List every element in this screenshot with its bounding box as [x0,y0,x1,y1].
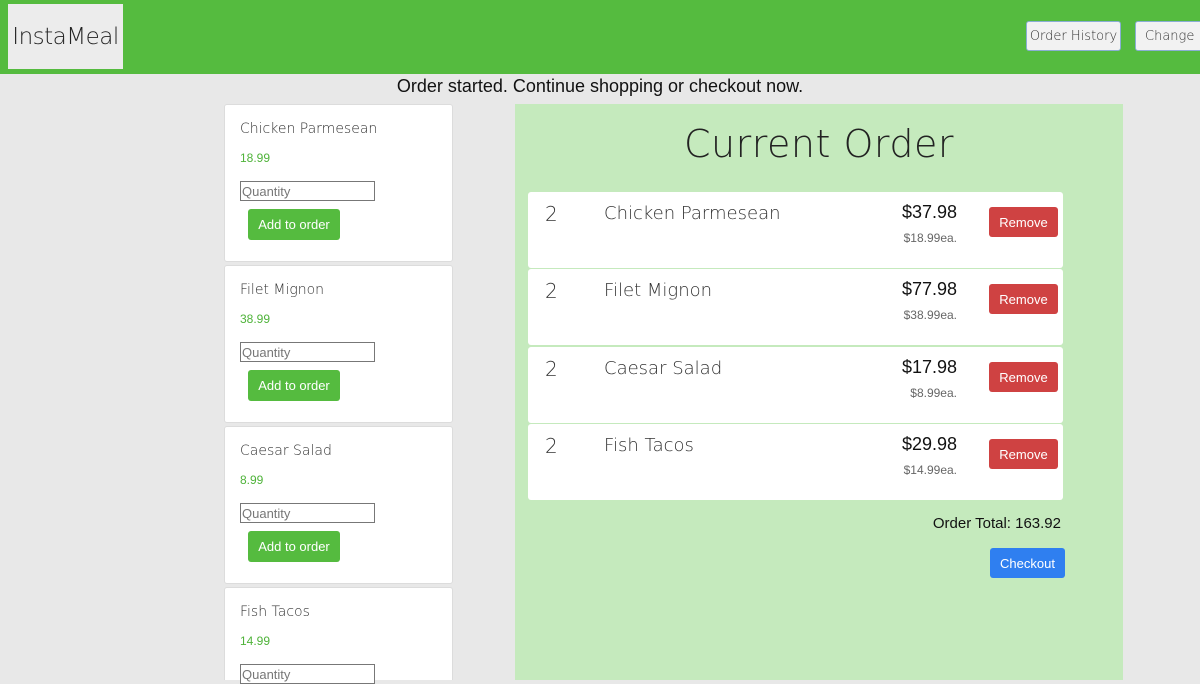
menu-item-price: 38.99 [240,312,271,326]
current-order-panel: Current Order 2 Chicken Parmesean $37.98… [515,104,1123,680]
app-logo[interactable]: InstaMeal [8,4,123,69]
menu-item-card: Caesar Salad 8.99 Add to order [224,426,453,584]
remove-button[interactable]: Remove [989,207,1058,237]
order-row-name: Filet Mignon [604,280,713,301]
order-row-total: $17.98 [901,357,957,377]
order-row-total: $29.98 [901,434,957,454]
menu-item-price: 8.99 [240,473,264,487]
order-row: 2 Fish Tacos $29.98 $14.99ea. Remove [528,424,1063,500]
order-row-unit-price: $18.99ea. [903,231,957,245]
remove-button[interactable]: Remove [989,439,1058,469]
order-row-name: Fish Tacos [604,435,694,456]
quantity-input[interactable] [240,503,375,523]
menu-item-name: Filet Mignon [240,282,325,298]
order-row-name: Caesar Salad [604,358,723,379]
menu-item-price: 14.99 [240,634,271,648]
menu-item-name: Fish Tacos [240,604,310,620]
add-to-order-button[interactable]: Add to order [248,209,340,240]
menu-item-name: Caesar Salad [240,443,332,459]
order-row: 2 Chicken Parmesean $37.98 $18.99ea. Rem… [528,192,1063,268]
menu-item-card: Chicken Parmesean 18.99 Add to order [224,104,453,262]
order-row: 2 Caesar Salad $17.98 $8.99ea. Remove [528,347,1063,423]
remove-button[interactable]: Remove [989,362,1058,392]
menu-item-card: Filet Mignon 38.99 Add to order [224,265,453,423]
menu-item-price: 18.99 [240,151,271,165]
order-row-quantity: 2 [545,434,558,458]
menu-item-card: Fish Tacos 14.99 [224,587,453,684]
order-row-unit-price: $14.99ea. [903,463,957,477]
add-to-order-button[interactable]: Add to order [248,370,340,401]
order-row-quantity: 2 [545,279,558,303]
order-row-unit-price: $8.99ea. [910,386,957,400]
add-to-order-button[interactable]: Add to order [248,531,340,562]
quantity-input[interactable] [240,664,375,684]
order-row-quantity: 2 [545,202,558,226]
order-row-unit-price: $38.99ea. [903,308,957,322]
quantity-input[interactable] [240,342,375,362]
menu-item-name: Chicken Parmesean [240,121,378,137]
order-title: Current Order [684,122,954,166]
order-history-button[interactable]: Order History [1026,21,1121,51]
quantity-input[interactable] [240,181,375,201]
checkout-button[interactable]: Checkout [990,548,1065,578]
change-button[interactable]: Change Pa [1135,21,1200,51]
order-row: 2 Filet Mignon $77.98 $38.99ea. Remove [528,269,1063,345]
order-total: Order Total: 163.92 [932,515,1061,532]
remove-button[interactable]: Remove [989,284,1058,314]
status-message: Order started. Continue shopping or chec… [396,76,804,96]
order-row-name: Chicken Parmesean [604,203,781,224]
order-row-quantity: 2 [545,357,558,381]
top-navbar: InstaMeal Order History Change Pa [0,0,1200,74]
order-row-total: $77.98 [901,279,957,299]
order-row-total: $37.98 [901,202,957,222]
